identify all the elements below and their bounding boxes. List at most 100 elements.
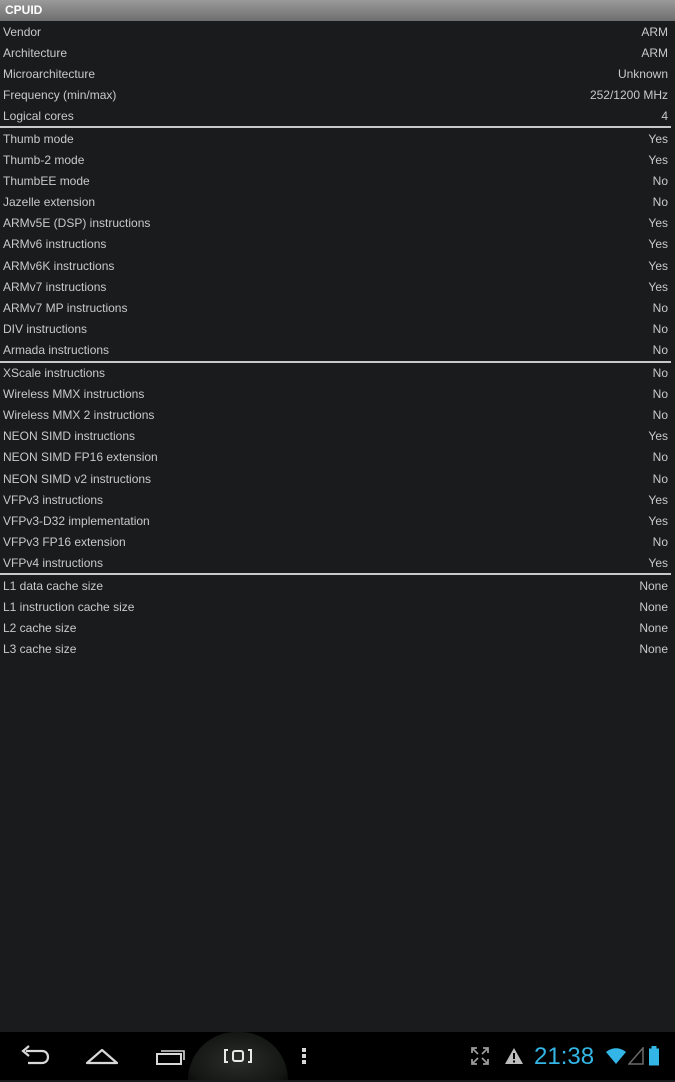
signal-icon [628, 1047, 644, 1065]
info-value: ARM [641, 45, 668, 60]
info-label: ARMv5E (DSP) instructions [3, 216, 151, 231]
info-label: ThumbEE mode [3, 174, 90, 189]
info-value: Yes [648, 132, 668, 147]
info-row: Thumb mode Yes [0, 128, 675, 149]
info-label: Vendor [3, 24, 42, 39]
info-label: DIV instructions [3, 321, 88, 336]
info-label: ARMv6K instructions [3, 258, 115, 273]
home-icon [85, 1048, 119, 1065]
fullscreen-indicator [468, 1032, 492, 1080]
info-row: ThumbEE mode No [0, 171, 675, 192]
info-row: Armada instructions No [0, 339, 675, 360]
info-label: NEON SIMD instructions [3, 429, 136, 444]
info-value: Yes [648, 153, 668, 168]
menu-icon [302, 1048, 306, 1064]
cpu-info-list: Vendor ARM Architecture ARM Microarchitectur… [0, 21, 675, 660]
info-label: NEON SIMD v2 instructions [3, 471, 152, 486]
info-row: ARMv7 instructions Yes [0, 276, 675, 297]
info-value: No [652, 174, 668, 189]
info-row: Wireless MMX 2 instructions No [0, 405, 675, 426]
info-row: Wireless MMX instructions No [0, 384, 675, 405]
info-label: VFPv3 FP16 extension [3, 534, 126, 549]
expand-icon [471, 1047, 489, 1065]
info-value: No [652, 195, 668, 210]
info-label: NEON SIMD FP16 extension [3, 450, 158, 465]
info-value: Yes [648, 237, 668, 252]
info-label: VFPv4 instructions [3, 555, 104, 570]
overflow-menu-button[interactable] [294, 1032, 314, 1080]
info-label: XScale instructions [3, 366, 106, 381]
home-button[interactable] [82, 1032, 122, 1080]
info-label: ARMv6 instructions [3, 237, 107, 252]
info-row: DIV instructions No [0, 318, 675, 339]
info-row: L2 cache size None [0, 618, 675, 639]
info-label: L3 cache size [3, 642, 77, 657]
info-label: VFPv3-D32 implementation [3, 513, 150, 528]
battery-indicator [646, 1032, 662, 1080]
info-label: Frequency (min/max) [3, 87, 117, 102]
info-label: Armada instructions [3, 342, 110, 357]
warning-icon [505, 1048, 523, 1064]
info-label: L1 data cache size [3, 578, 104, 593]
info-value: Yes [648, 429, 668, 444]
info-label: VFPv3 instructions [3, 492, 104, 507]
info-row: L3 cache size None [0, 639, 675, 660]
info-row: ARMv6K instructions Yes [0, 255, 675, 276]
wifi-icon [606, 1048, 626, 1064]
status-clock[interactable]: 21:38 [534, 1032, 594, 1080]
info-label: Thumb-2 mode [3, 153, 85, 168]
info-row: NEON SIMD v2 instructions No [0, 468, 675, 489]
info-row: NEON SIMD instructions Yes [0, 426, 675, 447]
info-value: Yes [648, 258, 668, 273]
app-title: CPUID [5, 3, 43, 17]
info-value: Yes [648, 555, 668, 570]
back-button[interactable] [14, 1032, 54, 1080]
info-value: 4 [661, 108, 668, 123]
info-value: No [652, 342, 668, 357]
info-value: ARM [641, 24, 668, 39]
info-row: Jazelle extension No [0, 192, 675, 213]
info-row: Microarchitecture Unknown [0, 63, 675, 84]
recent-apps-icon [156, 1050, 185, 1065]
app-title-bar: CPUID [0, 0, 675, 21]
info-row: Thumb-2 mode Yes [0, 150, 675, 171]
info-row: ARMv7 MP instructions No [0, 297, 675, 318]
info-value: No [652, 366, 668, 381]
info-value: Unknown [617, 66, 668, 81]
info-label: Architecture [3, 45, 68, 60]
info-value: Yes [648, 492, 668, 507]
info-label: Wireless MMX instructions [3, 387, 145, 402]
info-row: NEON SIMD FP16 extension No [0, 447, 675, 468]
info-row: Architecture ARM [0, 42, 675, 63]
signal-indicator [627, 1032, 645, 1080]
info-value: No [652, 471, 668, 486]
info-row: VFPv3-D32 implementation Yes [0, 510, 675, 531]
info-label: Jazelle extension [3, 195, 96, 210]
info-row: Logical cores 4 [0, 105, 675, 126]
info-value: None [639, 642, 668, 657]
info-label: Logical cores [3, 108, 74, 123]
info-row: Frequency (min/max) 252/1200 MHz [0, 84, 675, 105]
info-label: L1 instruction cache size [3, 600, 135, 615]
info-value: None [639, 578, 668, 593]
notification-warning[interactable] [502, 1032, 526, 1080]
wifi-indicator [604, 1032, 628, 1080]
info-value: None [639, 621, 668, 636]
info-value: No [652, 300, 668, 315]
info-row: XScale instructions No [0, 363, 675, 384]
info-value: No [652, 321, 668, 336]
info-value: No [652, 408, 668, 423]
info-value: Yes [648, 279, 668, 294]
info-label: ARMv7 instructions [3, 279, 107, 294]
info-label: Thumb mode [3, 132, 74, 147]
info-row: VFPv3 FP16 extension No [0, 531, 675, 552]
recent-apps-button[interactable] [150, 1032, 190, 1080]
info-value: No [652, 450, 668, 465]
info-row: VFPv3 instructions Yes [0, 489, 675, 510]
screenshot-button[interactable] [218, 1032, 258, 1080]
info-label: Wireless MMX 2 instructions [3, 408, 155, 423]
info-value: No [652, 534, 668, 549]
screenshot-icon [224, 1049, 252, 1063]
battery-icon [649, 1046, 659, 1066]
info-label: Microarchitecture [3, 66, 96, 81]
